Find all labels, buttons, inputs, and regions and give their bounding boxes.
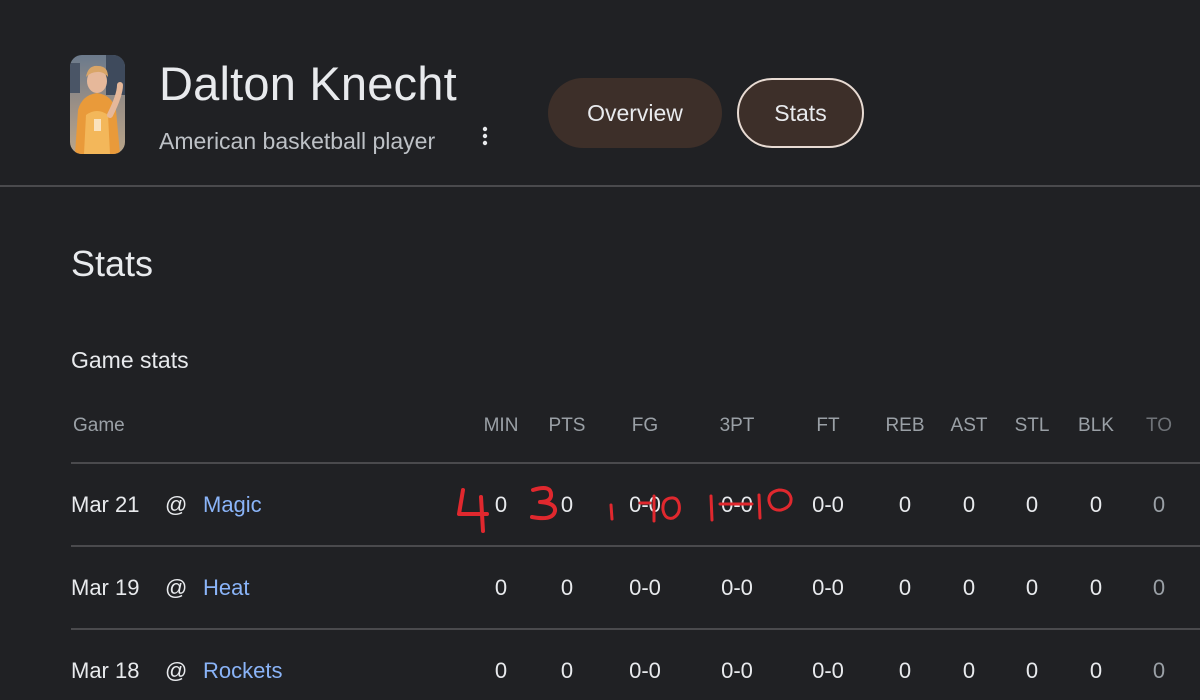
- cell-to: 0: [1152, 492, 1166, 517]
- column-header-ast: AST: [950, 415, 988, 436]
- cell-blk: 0: [1089, 658, 1103, 683]
- opponent-link[interactable]: Magic: [203, 491, 262, 519]
- cell-ft: 0-0: [812, 492, 844, 517]
- row-divider: [71, 545, 1200, 547]
- cell-3pt: 0-0: [721, 492, 753, 517]
- game-date: Mar 21: [71, 492, 140, 517]
- cell-ast: 0: [962, 658, 976, 683]
- cell-ast: 0: [962, 492, 976, 517]
- column-header-3pt: 3PT: [719, 415, 755, 436]
- column-header-fg: FG: [631, 415, 659, 436]
- game-stats-table: Game MIN PTS FG 3PT FT REB AST STL BLK T…: [0, 0, 1200, 700]
- column-header-min: MIN: [483, 415, 519, 436]
- cell-reb: 0: [898, 492, 912, 517]
- page: Dalton Knecht American basketball player…: [0, 0, 1200, 700]
- cell-ast: 0: [962, 575, 976, 600]
- cell-to: 0: [1152, 658, 1166, 683]
- cell-min: 0: [494, 658, 508, 683]
- away-marker: @: [165, 492, 188, 517]
- cell-fg: 0-0: [629, 492, 661, 517]
- cell-3pt: 0-0: [721, 658, 753, 683]
- row-divider: [71, 628, 1200, 630]
- opponent-link[interactable]: Heat: [203, 574, 249, 602]
- cell-blk: 0: [1089, 492, 1103, 517]
- game-date: Mar 19: [71, 575, 140, 600]
- column-header-stl: STL: [1014, 415, 1050, 436]
- cell-min: 0: [494, 492, 508, 517]
- away-marker: @: [165, 658, 188, 683]
- cell-pts: 0: [560, 575, 574, 600]
- cell-min: 0: [494, 575, 508, 600]
- opponent-link[interactable]: Rockets: [203, 657, 282, 685]
- column-header-pts: PTS: [548, 415, 586, 436]
- cell-ft: 0-0: [812, 658, 844, 683]
- cell-to: 0: [1152, 575, 1166, 600]
- cell-pts: 0: [560, 492, 574, 517]
- cell-pts: 0: [560, 658, 574, 683]
- cell-3pt: 0-0: [721, 575, 753, 600]
- cell-stl: 0: [1025, 575, 1039, 600]
- table-header-divider: [71, 462, 1200, 464]
- game-date: Mar 18: [71, 658, 140, 683]
- cell-stl: 0: [1025, 658, 1039, 683]
- cell-reb: 0: [898, 575, 912, 600]
- cell-blk: 0: [1089, 575, 1103, 600]
- column-header-ft: FT: [816, 415, 840, 436]
- cell-fg: 0-0: [629, 575, 661, 600]
- away-marker: @: [165, 575, 188, 600]
- column-header-game: Game: [73, 415, 125, 436]
- column-header-to: TO: [1145, 415, 1173, 436]
- cell-ft: 0-0: [812, 575, 844, 600]
- column-header-reb: REB: [885, 415, 925, 436]
- cell-reb: 0: [898, 658, 912, 683]
- column-header-blk: BLK: [1078, 415, 1114, 436]
- cell-stl: 0: [1025, 492, 1039, 517]
- cell-fg: 0-0: [629, 658, 661, 683]
